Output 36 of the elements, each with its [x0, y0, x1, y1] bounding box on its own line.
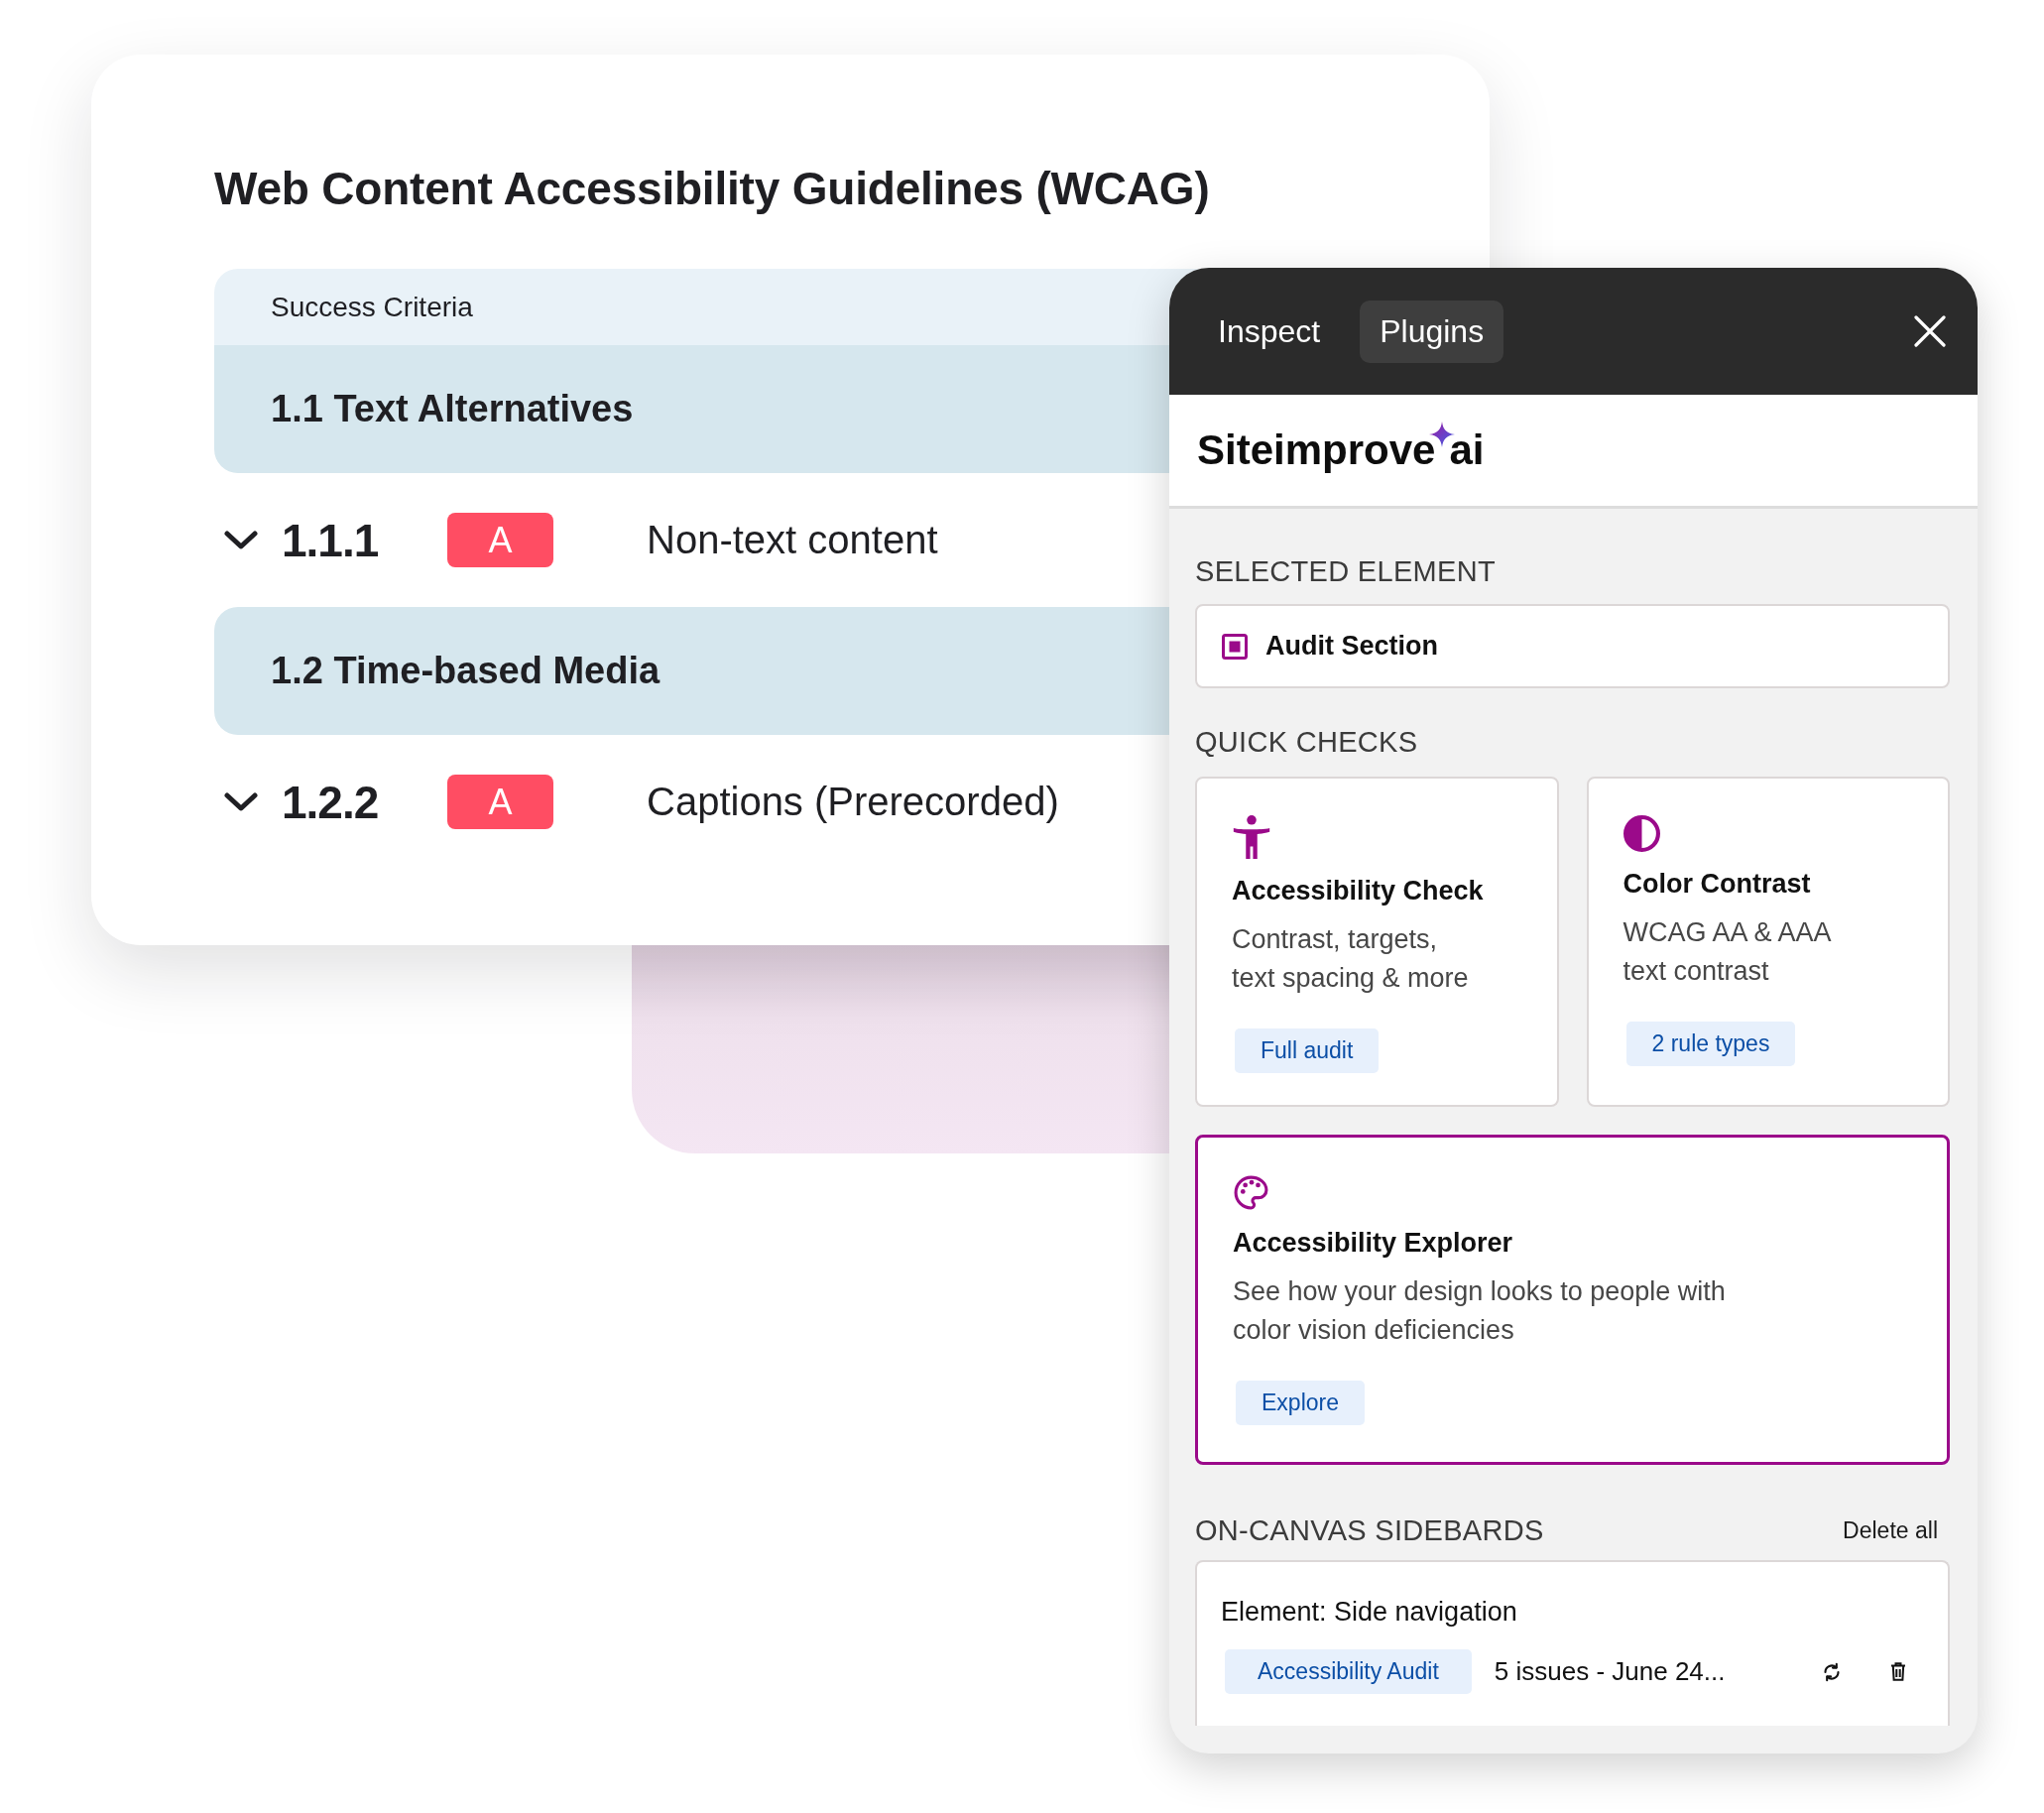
trash-icon[interactable] [1890, 1662, 1906, 1681]
close-icon[interactable] [1914, 315, 1946, 347]
chevron-down-icon[interactable] [224, 791, 258, 812]
nested-square-icon [1222, 633, 1248, 660]
check-card[interactable]: Accessibility Explorer See how your design looks to people with color vision deficiencies Explore [1195, 1135, 1950, 1465]
action-button[interactable]: 2 rule types [1625, 1022, 1796, 1066]
card-title: Accessibility Check [1232, 875, 1484, 907]
section-heading: SELECTED ELEMENT [1195, 554, 1497, 589]
level-badge: A [447, 775, 553, 829]
check-card[interactable]: Accessibility Check Contrast, targets, text spacing & more Full audit [1195, 777, 1559, 1107]
criterion-number: 1.1.1 [282, 513, 380, 567]
tab[interactable]: Plugins [1360, 300, 1504, 363]
card-title: Color Contrast [1623, 868, 1811, 901]
accessibility-person-icon [1232, 815, 1271, 859]
action-button[interactable]: Full audit [1235, 1028, 1380, 1073]
level-badge: A [447, 513, 553, 567]
element-label: Element: Side navigation [1221, 1596, 1518, 1629]
card-description: Contrast, targets, text spacing & more [1232, 923, 1470, 995]
criterion-name: Non-text content [647, 518, 938, 562]
criterion-number: 1.2.2 [282, 775, 380, 829]
card-description: See how your design looks to people with color vision deficiencies [1233, 1275, 1727, 1347]
action-button[interactable]: Explore [1236, 1381, 1365, 1425]
issue-summary: 5 issues - June 24... [1494, 1656, 1726, 1687]
check-card[interactable]: Color Contrast WCAG AA & AAA text contrast 2 rule types [1586, 777, 1950, 1107]
brand-suffix: ai [1449, 425, 1485, 475]
palette-icon [1233, 1174, 1269, 1211]
section-heading: ON-CANVAS SIDEBARDS [1195, 1513, 1544, 1548]
refresh-icon[interactable] [1823, 1661, 1841, 1682]
contrast-icon [1623, 815, 1660, 852]
card-title: Accessibility Explorer [1233, 1227, 1513, 1260]
audit-tag: Accessibility Audit [1225, 1649, 1472, 1694]
card-description: WCAG AA & AAA text contrast [1623, 916, 1832, 988]
chevron-down-icon[interactable] [224, 530, 258, 550]
delete-all-button[interactable]: Delete all [1843, 1516, 1950, 1544]
criterion-name: Captions (Prerecorded) [647, 780, 1059, 824]
card-title: Web Content Accessibility Guidelines (WCAG) [214, 162, 1211, 216]
